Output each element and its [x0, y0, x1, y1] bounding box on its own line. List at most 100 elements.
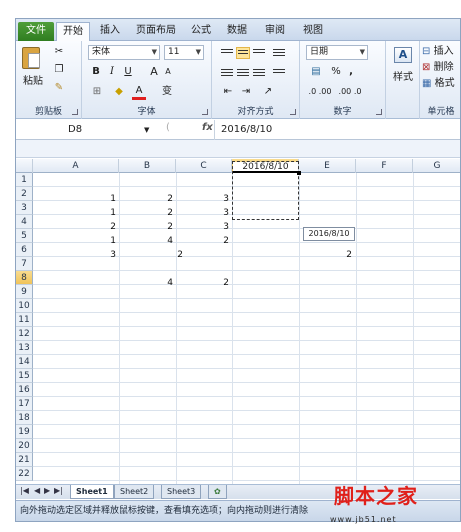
decrease-decimal-button[interactable]: .00 .0: [336, 85, 364, 99]
align-left-icon[interactable]: [220, 67, 234, 79]
row-header-8[interactable]: 8: [16, 271, 33, 285]
align-middle-icon[interactable]: [236, 47, 250, 59]
row-header-15[interactable]: 15: [16, 369, 33, 383]
merge-center-icon[interactable]: [272, 67, 286, 79]
formula-input[interactable]: 2016/8/10: [214, 120, 460, 140]
italic-button[interactable]: I: [106, 65, 118, 79]
row-header-19[interactable]: 19: [16, 425, 33, 439]
underline-button[interactable]: U: [122, 65, 134, 79]
insert-cells-button[interactable]: ⊟ 插入: [422, 45, 460, 59]
cell-c3[interactable]: 3: [189, 222, 229, 233]
column-header-c[interactable]: C: [176, 159, 232, 173]
copy-icon[interactable]: ❐: [52, 63, 66, 77]
next-sheet-icon[interactable]: ▶: [44, 486, 50, 495]
indent-decrease-icon[interactable]: ⇤: [220, 85, 236, 99]
clipboard-launcher-icon[interactable]: [72, 109, 78, 115]
tab-insert[interactable]: 插入: [94, 22, 126, 41]
cut-icon[interactable]: ✂: [52, 45, 66, 59]
alignment-launcher-icon[interactable]: [290, 109, 296, 115]
tab-review[interactable]: 审阅: [258, 22, 292, 41]
row-header-7[interactable]: 7: [16, 257, 33, 271]
fill-handle[interactable]: [297, 171, 301, 175]
row-header-12[interactable]: 12: [16, 327, 33, 341]
align-right-icon[interactable]: [252, 67, 266, 79]
row-header-4[interactable]: 4: [16, 215, 33, 229]
font-name-select[interactable]: 宋体 ▼: [88, 45, 160, 60]
row-header-20[interactable]: 20: [16, 439, 33, 453]
tab-data[interactable]: 数据: [220, 22, 254, 41]
tab-page-layout[interactable]: 页面布局: [128, 22, 184, 41]
align-center-icon[interactable]: [236, 67, 250, 79]
column-header-e[interactable]: E: [299, 159, 356, 173]
delete-cells-button[interactable]: ⊠ 删除: [422, 61, 460, 75]
active-cell-d8[interactable]: 2016/8/10: [233, 162, 298, 173]
tab-file[interactable]: 文件: [18, 22, 54, 41]
cell-b7[interactable]: 4: [133, 278, 173, 289]
prev-sheet-icon[interactable]: ◀: [34, 486, 40, 495]
border-icon[interactable]: ⊞: [90, 85, 104, 99]
row-header-1[interactable]: 1: [16, 173, 33, 187]
tab-view[interactable]: 视图: [296, 22, 330, 41]
sheet-tab-sheet1[interactable]: Sheet1: [70, 485, 114, 499]
last-sheet-icon[interactable]: ▶|: [54, 486, 63, 495]
row-header-17[interactable]: 17: [16, 397, 33, 411]
accounting-format-icon[interactable]: ▤: [308, 65, 324, 79]
cell-a4[interactable]: 1: [76, 236, 116, 247]
cell-a1[interactable]: 1: [76, 194, 116, 205]
new-sheet-icon[interactable]: ✿: [208, 485, 227, 499]
first-sheet-icon[interactable]: |◀: [20, 486, 29, 495]
indent-increase-icon[interactable]: ⇥: [238, 85, 254, 99]
number-format-select[interactable]: 日期 ▼: [306, 45, 368, 60]
row-header-6[interactable]: 6: [16, 243, 33, 257]
row-header-3[interactable]: 3: [16, 201, 33, 215]
name-box[interactable]: D8 ▼: [24, 122, 154, 138]
phonetic-button[interactable]: 变: [160, 85, 174, 99]
shrink-font-button[interactable]: A: [162, 65, 174, 79]
paste-button[interactable]: 粘贴: [18, 75, 48, 89]
cell-b3[interactable]: 2: [133, 222, 173, 233]
sheet-tab-sheet2[interactable]: Sheet2: [114, 485, 155, 499]
styles-button[interactable]: 样式: [388, 71, 418, 85]
row-header-2[interactable]: 2: [16, 187, 33, 201]
cell-b5[interactable]: 2: [143, 250, 183, 261]
sheet-tab-sheet3[interactable]: Sheet3: [161, 485, 202, 499]
select-all-corner[interactable]: [16, 159, 33, 173]
row-header-10[interactable]: 10: [16, 299, 33, 313]
increase-decimal-button[interactable]: .0 .00: [306, 85, 334, 99]
cell-c7[interactable]: 2: [189, 278, 229, 289]
column-header-b[interactable]: B: [119, 159, 176, 173]
percent-button[interactable]: %: [330, 65, 342, 79]
row-header-5[interactable]: 5: [16, 229, 33, 243]
wrap-text-icon[interactable]: [272, 47, 286, 59]
column-header-f[interactable]: F: [356, 159, 413, 173]
format-cells-button[interactable]: ▦ 格式: [422, 77, 460, 91]
orientation-icon[interactable]: ↗: [260, 85, 276, 99]
cell-c4[interactable]: 2: [189, 236, 229, 247]
cell-c1[interactable]: 3: [189, 194, 229, 205]
cell-c2[interactable]: 3: [189, 208, 229, 219]
column-header-a[interactable]: A: [33, 159, 119, 173]
fill-color-icon[interactable]: ◆: [112, 85, 126, 99]
align-bottom-icon[interactable]: [252, 47, 266, 59]
bold-button[interactable]: B: [90, 65, 102, 79]
row-header-22[interactable]: 22: [16, 467, 33, 481]
paste-icon[interactable]: [22, 47, 40, 69]
format-painter-icon[interactable]: ✎: [52, 81, 66, 95]
column-header-g[interactable]: G: [413, 159, 460, 173]
number-launcher-icon[interactable]: [376, 109, 382, 115]
row-header-11[interactable]: 11: [16, 313, 33, 327]
cell-a2[interactable]: 1: [76, 208, 116, 219]
styles-icon[interactable]: A: [394, 47, 412, 63]
insert-function-button[interactable]: fx: [202, 122, 213, 133]
cell-e5[interactable]: 2: [312, 250, 352, 261]
cell-a3[interactable]: 2: [76, 222, 116, 233]
font-launcher-icon[interactable]: [202, 109, 208, 115]
cell-b4[interactable]: 4: [133, 236, 173, 247]
cancel-entry-icon[interactable]: (: [166, 122, 170, 133]
cell-a5[interactable]: 3: [76, 250, 116, 261]
row-header-13[interactable]: 13: [16, 341, 33, 355]
chevron-down-icon[interactable]: ▼: [144, 122, 149, 138]
row-header-21[interactable]: 21: [16, 453, 33, 467]
tab-formulas[interactable]: 公式: [186, 22, 216, 41]
row-header-14[interactable]: 14: [16, 355, 33, 369]
